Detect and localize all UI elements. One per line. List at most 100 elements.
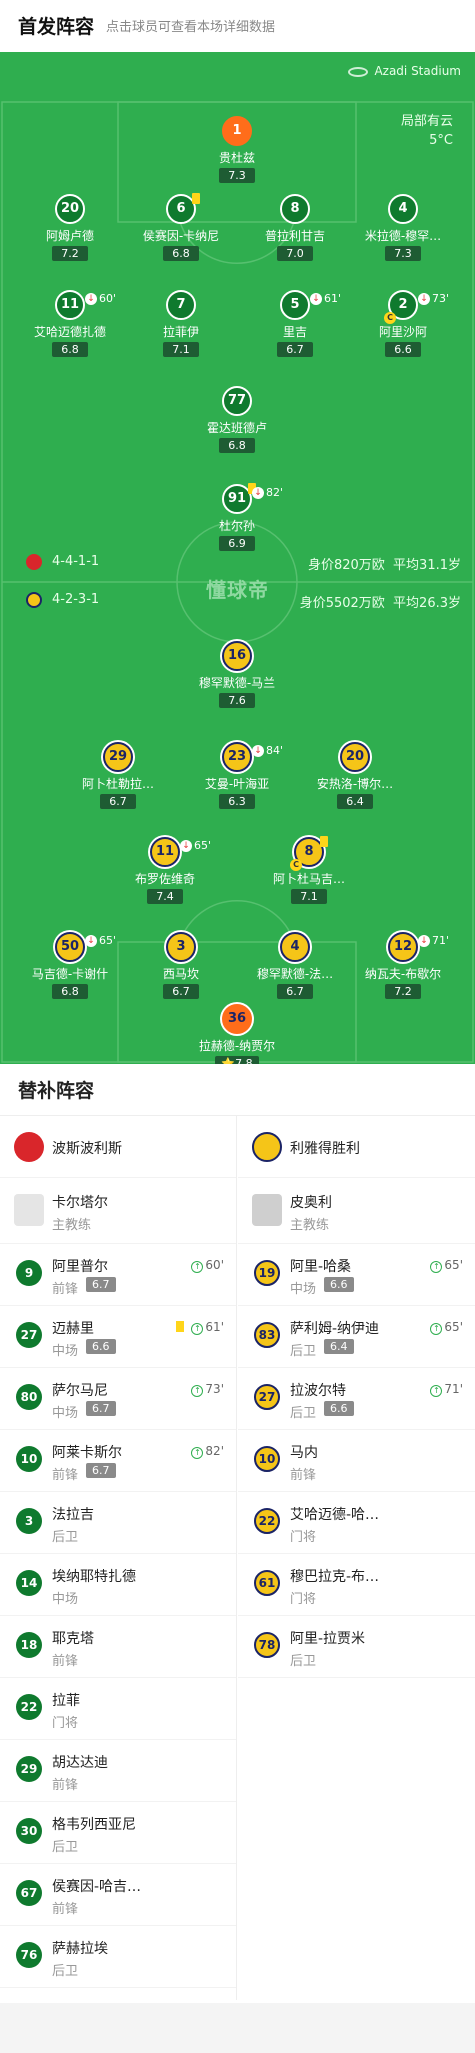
player-away[interactable]: 8 C 阿卜杜马吉… 7.1: [254, 836, 364, 904]
sub-player-row[interactable]: 14 埃纳耶特扎德 中场: [0, 1554, 236, 1616]
sub-off-indicator: ↓ 65': [85, 928, 116, 954]
player-rating: 7.2: [52, 246, 88, 261]
sub-off-indicator: ↓ 71': [418, 928, 449, 954]
captain-icon: C: [290, 859, 302, 871]
player-position: 门将: [52, 1716, 79, 1731]
player-number-badge: 8: [280, 194, 310, 224]
player-name: 阿里-拉贾米: [290, 1631, 366, 1647]
sub-player-row[interactable]: 10 马内 前锋: [238, 1430, 475, 1492]
player-home[interactable]: 7 拉菲伊 7.1: [126, 290, 236, 357]
sub-minute: 82': [205, 1444, 224, 1458]
sub-player-row[interactable]: 76 萨赫拉埃 后卫: [0, 1926, 236, 1988]
player-rating: 6.7: [163, 984, 199, 999]
player-away[interactable]: 29 阿卜杜勒拉… 6.7: [63, 742, 173, 809]
away-team-header[interactable]: 利雅得胜利: [238, 1116, 475, 1178]
player-home[interactable]: 5 ↓ 61' 里吉 6.7: [240, 290, 350, 357]
sub-player-row[interactable]: 67 侯赛因-哈吉… 前锋: [0, 1864, 236, 1926]
sub-player-row[interactable]: 3 法拉吉 后卫: [0, 1492, 236, 1554]
home-subs-column: 波斯波利斯 卡尔塔尔 主教练 9 阿里普尔 前锋 6.7 ↑ 60' 27 迈赫里 中场 6.6 ↑…: [0, 1116, 237, 2000]
player-rating: 7.1: [291, 889, 327, 904]
rating-value: 6.9: [228, 537, 246, 550]
player-number: 11: [60, 297, 80, 312]
sub-player-row[interactable]: 61 穆巴拉克-布… 门将: [238, 1554, 475, 1616]
coach-role: 主教练: [52, 1218, 92, 1233]
player-rating: 6.7: [86, 1401, 116, 1416]
player-away[interactable]: 16 穆罕默德-马兰 7.6: [182, 641, 292, 708]
rating-value: 7.3: [228, 169, 246, 182]
player-home[interactable]: 1 贵杜兹 7.3: [182, 116, 292, 183]
player-away[interactable]: 36 拉赫德-纳贾尔 ⭐7.8: [182, 1004, 292, 1064]
player-name: 阿里-哈桑: [290, 1259, 352, 1275]
sub-player-row[interactable]: 80 萨尔马尼 中场 6.7 ↑ 73': [0, 1368, 236, 1430]
yellow-card-icon: [176, 1321, 184, 1332]
player-home[interactable]: 11 ↓ 60' 艾哈迈德扎德 6.8: [15, 290, 125, 357]
player-away[interactable]: 3 西马坎 6.7: [126, 932, 236, 999]
player-number-badge: 10: [254, 1446, 280, 1472]
player-number-badge: 7: [166, 290, 196, 320]
rating-value: 6.6: [394, 343, 412, 356]
rating-value: 7.4: [156, 890, 174, 903]
sub-player-row[interactable]: 18 耶克塔 前锋: [0, 1616, 236, 1678]
player-home[interactable]: 2 C ↓ 73' 阿里沙阿 6.6: [348, 290, 458, 357]
player-rating: 6.8: [219, 438, 255, 453]
player-away[interactable]: 20 安热洛-博尔… 6.4: [300, 742, 410, 809]
sub-minute: 61': [205, 1320, 224, 1334]
sub-off-icon: ↓: [310, 293, 322, 305]
rating-value: 6.3: [228, 795, 246, 808]
player-number: 91: [227, 491, 247, 506]
sub-player-row[interactable]: 83 萨利姆-纳伊迪 后卫 6.4 ↑ 65': [238, 1306, 475, 1368]
sub-player-row[interactable]: 78 阿里-拉贾米 后卫: [238, 1616, 475, 1678]
player-number: 29: [108, 749, 128, 764]
player-number: 23: [227, 749, 247, 764]
home-coach[interactable]: 卡尔塔尔 主教练: [0, 1178, 236, 1244]
sub-player-row[interactable]: 27 拉波尔特 后卫 6.6 ↑ 71': [238, 1368, 475, 1430]
player-home[interactable]: 4 米拉德-穆罕… 7.3: [348, 194, 458, 261]
player-position: 后卫: [52, 1964, 79, 1979]
sub-player-row[interactable]: 22 拉菲 门将: [0, 1678, 236, 1740]
player-name: 拉菲: [52, 1693, 80, 1709]
sub-player-row[interactable]: 30 格韦列西亚尼 后卫: [0, 1802, 236, 1864]
sub-off-icon: ↓: [85, 935, 97, 947]
player-home[interactable]: 77 霍达班德卢 6.8: [182, 386, 292, 453]
player-home[interactable]: 6 侯赛因-卡纳尼 6.8: [126, 193, 236, 261]
player-home[interactable]: 91 ↓ 82' 杜尔孙 6.9: [182, 483, 292, 551]
sub-player-row[interactable]: 9 阿里普尔 前锋 6.7 ↑ 60': [0, 1244, 236, 1306]
player-name: 阿里普尔: [52, 1259, 108, 1275]
player-position: 中场: [290, 1282, 317, 1297]
player-number-badge: 10: [16, 1446, 42, 1472]
player-number: 5: [290, 297, 300, 312]
player-number-badge: 91 ↓ 82': [222, 483, 283, 514]
sub-player-row[interactable]: 29 胡达达迪 前锋: [0, 1740, 236, 1802]
sub-player-row[interactable]: 22 艾哈迈德-哈… 门将: [238, 1492, 475, 1554]
away-coach[interactable]: 皮奥利 主教练: [238, 1178, 475, 1244]
player-name: 杜尔孙: [218, 519, 255, 533]
rating-value: 6.7: [286, 985, 304, 998]
home-value: 身价820万欧 平均31.1岁: [307, 558, 461, 573]
rating-value: 7.1: [300, 890, 318, 903]
player-name: 侯赛因-卡纳尼: [142, 229, 220, 243]
player-home[interactable]: 20 阿姆卢德 7.2: [15, 194, 125, 261]
player-home[interactable]: 8 普拉利甘吉 7.0: [240, 194, 350, 261]
player-away[interactable]: 4 穆罕默德-法… 6.7: [240, 932, 350, 999]
player-away[interactable]: 23 ↓ 84' 艾曼-叶海亚 6.3: [182, 742, 292, 809]
player-number-badge: 23 ↓ 84': [222, 742, 283, 772]
weather-info: 局部有云 5°C: [401, 112, 453, 150]
player-away[interactable]: 50 ↓ 65' 马吉德-卡谢什 6.8: [15, 932, 125, 999]
sub-player-row[interactable]: 10 阿莱卡斯尔 前锋 6.7 ↑ 82': [0, 1430, 236, 1492]
player-name: 穆罕默德-马兰: [198, 676, 276, 690]
yellow-card-icon: [320, 836, 328, 847]
sub-player-row[interactable]: 27 迈赫里 中场 6.6 ↑ 61': [0, 1306, 236, 1368]
player-position: 前锋: [52, 1468, 79, 1483]
sub-minute: 65': [444, 1320, 463, 1334]
player-away[interactable]: 11 ↓ 65' 布罗佐维奇 7.4: [110, 837, 220, 904]
sub-minute: 60': [99, 292, 117, 305]
player-name: 耶克塔: [52, 1631, 94, 1647]
sub-player-row[interactable]: 19 阿里-哈桑 中场 6.6 ↑ 65': [238, 1244, 475, 1306]
sub-off-indicator: ↓ 73': [418, 286, 449, 312]
player-rating: 6.6: [86, 1339, 116, 1354]
sub-off-icon: ↓: [85, 293, 97, 305]
player-away[interactable]: 12 ↓ 71' 纳瓦夫-布歇尔 7.2: [348, 932, 458, 999]
player-number: 16: [227, 648, 247, 663]
home-team-header[interactable]: 波斯波利斯: [0, 1116, 236, 1178]
away-team-row: 4-2-3-1 身价5502万欧 平均26.3岁: [0, 590, 475, 612]
